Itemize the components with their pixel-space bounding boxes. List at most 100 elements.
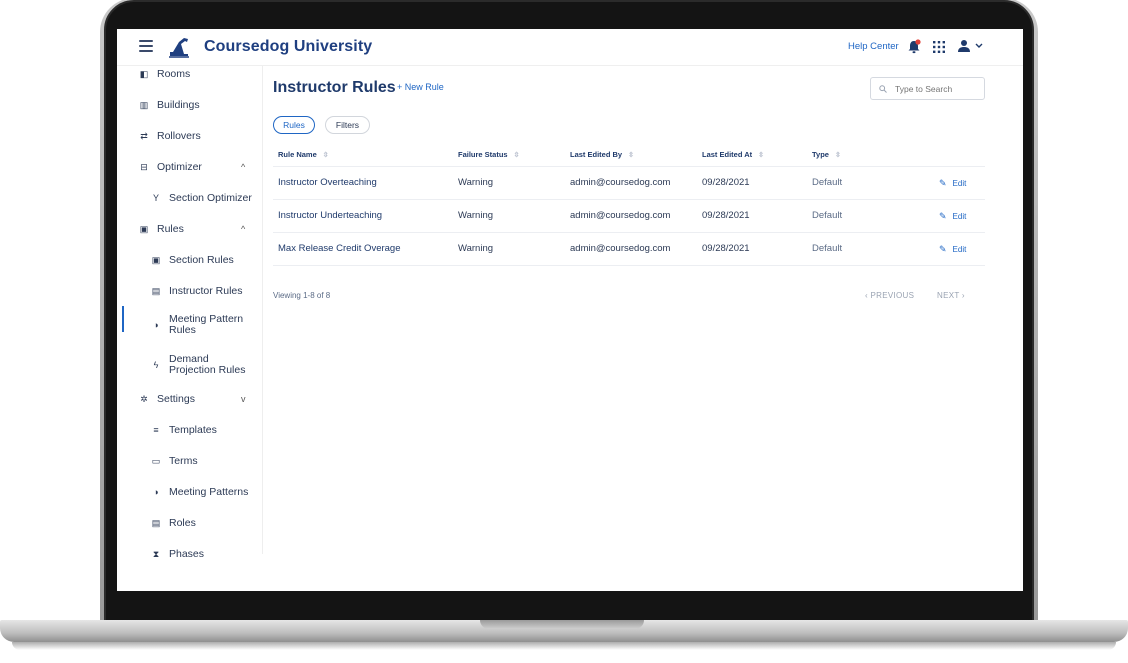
- column-header-rule-name[interactable]: Rule Name ⇳: [278, 150, 329, 159]
- sidebar-item-rules[interactable]: ▣ Rules ^: [117, 215, 263, 243]
- cell-failure-status: Warning: [458, 177, 494, 188]
- tab-filters[interactable]: Filters: [325, 116, 370, 134]
- list-icon: ≡: [153, 425, 159, 435]
- sidebar-item-label-line2: Rules: [169, 324, 196, 336]
- sidebar-item-label: Settings: [157, 393, 195, 405]
- tab-rules[interactable]: Rules: [273, 116, 315, 134]
- cell-last-edited-by: admin@coursedog.com: [570, 243, 671, 254]
- sort-icon: ⇳: [322, 151, 329, 159]
- sidebar-item-label: Section Optimizer: [169, 192, 252, 204]
- laptop-notch: [480, 620, 644, 629]
- sidebar-item-section-optimizer[interactable]: Y Section Optimizer: [117, 184, 263, 212]
- gear-icon: ✲: [140, 393, 148, 404]
- next-page-button[interactable]: NEXT ›: [937, 291, 965, 300]
- half-circle-icon: ◑: [153, 320, 159, 330]
- column-header-label: Last Edited By: [570, 150, 623, 159]
- search-input[interactable]: [893, 82, 973, 95]
- clipboard-icon: ▣: [139, 223, 149, 234]
- sidebar-item-meeting-patterns[interactable]: ◑ Meeting Patterns: [117, 478, 263, 506]
- building-icon: ▥: [139, 99, 149, 110]
- edit-label: Edit: [952, 179, 967, 188]
- page-title: Instructor Rules: [273, 79, 396, 96]
- cell-last-edited-by: admin@coursedog.com: [570, 177, 671, 188]
- menu-icon[interactable]: [139, 40, 153, 52]
- cell-rule-name[interactable]: Instructor Overteaching: [278, 177, 377, 188]
- sidebar-item-instructor-rules[interactable]: ▤ Instructor Rules: [117, 277, 263, 305]
- column-header-failure-status[interactable]: Failure Status ⇳: [458, 150, 519, 159]
- apps-grid-icon[interactable]: [933, 41, 945, 53]
- cell-last-edited-at: 09/28/2021: [702, 243, 750, 254]
- sidebar-item-label: Phases: [169, 548, 205, 560]
- column-header-label: Type: [812, 150, 829, 159]
- sort-icon: ⇳: [758, 151, 765, 159]
- previous-page-button[interactable]: ‹ PREVIOUS: [865, 291, 914, 300]
- edit-button[interactable]: ✎ Edit: [939, 211, 966, 222]
- sidebar-item-rooms[interactable]: ◧ Rooms: [117, 60, 263, 88]
- search-box[interactable]: [870, 77, 985, 100]
- table-row-divider: [273, 265, 985, 266]
- sidebar-item-label: Roles: [169, 517, 196, 529]
- sidebar-item-terms[interactable]: ▭ Terms: [117, 447, 263, 475]
- pencil-icon: ✎: [939, 211, 947, 221]
- sidebar-item-optimizer[interactable]: ⊟ Optimizer ^: [117, 153, 263, 181]
- sidebar-item-label: Terms: [169, 455, 198, 467]
- table-row-divider: [273, 232, 985, 233]
- sidebar-item-section-rules[interactable]: ▣ Section Rules: [117, 246, 263, 274]
- table-divider: [273, 166, 985, 167]
- column-header-last-edited-at[interactable]: Last Edited At ⇳: [702, 150, 764, 159]
- fork-icon: Y: [152, 193, 159, 203]
- edit-button[interactable]: ✎ Edit: [939, 244, 966, 255]
- sidebar-item-roles[interactable]: ▤ Roles: [117, 509, 263, 537]
- sidebar-item-label: Templates: [169, 424, 217, 436]
- sidebar-item-label: Optimizer: [157, 161, 202, 173]
- pencil-icon: ✎: [939, 244, 947, 254]
- sidebar-item-buildings[interactable]: ▥ Buildings: [117, 91, 263, 119]
- calendar-icon: ▭: [151, 455, 161, 466]
- sort-icon: ⇳: [834, 151, 841, 159]
- sort-icon: ⇳: [628, 151, 634, 159]
- notification-bell-icon[interactable]: [907, 39, 921, 54]
- search-icon: [879, 84, 887, 93]
- cell-failure-status: Warning: [458, 210, 494, 221]
- sidebar-item-label: Section Rules: [169, 254, 234, 266]
- sidebar-item-rollovers[interactable]: ⇄ Rollovers: [117, 122, 263, 150]
- app-screen: Coursedog University Help Center ◧ Rooms: [117, 29, 1023, 591]
- column-header-label: Last Edited At: [702, 150, 753, 159]
- table-row-divider: [273, 199, 985, 200]
- cell-type: Default: [812, 177, 843, 188]
- roles-icon: ▤: [151, 517, 161, 528]
- edit-label: Edit: [952, 245, 967, 254]
- sidebar-item-phases[interactable]: ⧗ Phases: [117, 540, 263, 568]
- sidebar-item-meeting-pattern-rules[interactable]: ◑ Meeting Pattern Rules: [117, 308, 263, 342]
- sidebar-item-label: Rollovers: [157, 130, 201, 142]
- cell-last-edited-by: admin@coursedog.com: [570, 210, 671, 221]
- laptop-shadow: [12, 642, 1116, 650]
- pencil-icon: ✎: [939, 178, 947, 188]
- chevron-down-icon: v: [241, 394, 246, 404]
- cell-last-edited-at: 09/28/2021: [702, 210, 750, 221]
- app-title: Coursedog University: [204, 38, 373, 55]
- column-header-type[interactable]: Type ⇳: [812, 150, 841, 159]
- sidebar-item-templates[interactable]: ≡ Templates: [117, 416, 263, 444]
- bolt-icon: ϟ: [153, 360, 159, 370]
- hourglass-icon: ⧗: [152, 548, 160, 559]
- edit-label: Edit: [952, 212, 967, 221]
- chevron-up-icon: ^: [241, 224, 246, 234]
- user-menu-icon[interactable]: [957, 39, 985, 53]
- column-header-label: Failure Status: [458, 150, 508, 159]
- sidebar-item-label: Rooms: [157, 68, 191, 80]
- id-card-icon: ▤: [151, 285, 161, 296]
- sidebar-item-settings[interactable]: ✲ Settings v: [117, 385, 263, 413]
- sidebar-item-label: Demand Projection Rules: [169, 354, 245, 376]
- column-header-last-edited-by[interactable]: Last Edited By ⇳: [570, 150, 634, 159]
- column-header-label: Rule Name: [278, 150, 317, 159]
- cell-rule-name[interactable]: Instructor Underteaching: [278, 210, 382, 221]
- cell-rule-name[interactable]: Max Release Credit Overage: [278, 243, 401, 254]
- clipboard-icon: ▣: [151, 254, 161, 265]
- sidebar-item-label: Buildings: [157, 99, 200, 111]
- sidebar-item-label: Meeting Pattern Rules: [169, 314, 243, 336]
- sidebar-item-demand-projection-rules[interactable]: ϟ Demand Projection Rules: [117, 348, 263, 382]
- edit-button[interactable]: ✎ Edit: [939, 178, 966, 189]
- help-center-link[interactable]: Help Center: [848, 41, 899, 52]
- new-rule-button[interactable]: + New Rule: [397, 82, 444, 92]
